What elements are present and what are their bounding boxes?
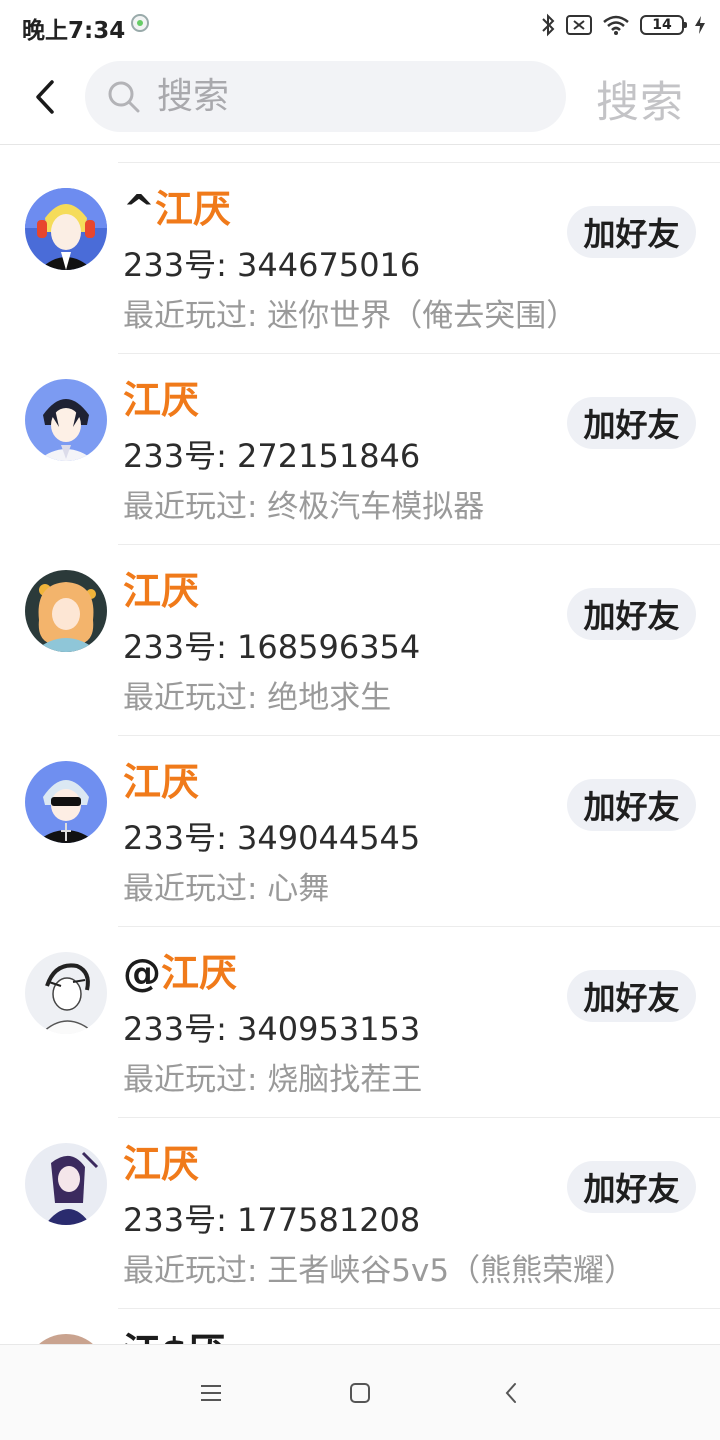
add-friend-button[interactable]: 加好友 [567, 970, 696, 1022]
user-name: ^江厌 [123, 178, 231, 233]
search-input[interactable] [157, 61, 547, 132]
list-item-partial[interactable]: 江$厌 [0, 1291, 720, 1344]
result-list: ^江厌 233号: 344675016 最近玩过: 迷你世界（俺去突围） 加好友 [0, 145, 720, 1344]
name-highlight: 江厌 [123, 378, 200, 422]
avatar[interactable] [25, 761, 107, 843]
list-item[interactable]: ^江厌 233号: 344675016 最近玩过: 迷你世界（俺去突围） 加好友 [0, 145, 720, 336]
status-bar: 晚上7:34 14 [0, 0, 720, 50]
avatar[interactable] [25, 1143, 107, 1225]
screen: 晚上7:34 14 搜索 搜索 ^江厌 233号: 344675016 最近玩过… [0, 0, 720, 1440]
chevron-left-icon [505, 1383, 516, 1403]
divider [118, 926, 720, 927]
user-name: @江厌 [123, 942, 237, 997]
status-icons: 14 [540, 10, 706, 40]
search-icon [108, 81, 140, 113]
bluetooth-icon [542, 13, 555, 37]
user-name: 江厌 [123, 369, 199, 424]
status-time: 晚上7:34 [22, 18, 126, 44]
user-id: 233号: 177581208 [123, 1201, 421, 1239]
avatar[interactable] [25, 952, 107, 1034]
recently-played: 最近玩过: 迷你世界（俺去突围） [123, 298, 578, 334]
nav-back-button[interactable] [491, 1375, 531, 1411]
user-id: 233号: 340953153 [123, 1010, 421, 1048]
add-friend-button[interactable]: 加好友 [567, 588, 696, 640]
app-notification-icon [131, 14, 149, 32]
system-nav-bar [0, 1344, 720, 1440]
divider [118, 353, 720, 354]
recently-played: 最近玩过: 王者峡谷5v5（熊熊荣耀） [123, 1253, 636, 1289]
user-id: 233号: 272151846 [123, 437, 421, 475]
nav-home-button[interactable] [340, 1375, 380, 1411]
divider [118, 1117, 720, 1118]
name-prefix: ^ [123, 187, 155, 231]
search-box[interactable] [85, 61, 566, 132]
add-friend-button[interactable]: 加好友 [567, 397, 696, 449]
name-highlight: 江厌 [123, 1142, 200, 1186]
user-id: 233号: 349044545 [123, 819, 421, 857]
battery-icon: 14 [640, 15, 687, 35]
recently-played: 最近玩过: 绝地求生 [123, 680, 392, 716]
search-button[interactable]: 搜索 [596, 68, 684, 130]
user-name: 江$厌 [123, 1321, 225, 1344]
name-highlight: 江厌 [123, 760, 200, 804]
divider [118, 735, 720, 736]
name-highlight: 江厌 [154, 187, 231, 231]
nav-menu-button[interactable] [191, 1375, 231, 1411]
user-name: 江厌 [123, 1133, 199, 1188]
user-name: 江厌 [123, 751, 199, 806]
divider [118, 1308, 720, 1309]
search-header: 搜索 [0, 50, 720, 145]
list-item[interactable]: 江厌 233号: 168596354 最近玩过: 绝地求生 加好友 [0, 527, 720, 718]
square-home-icon [350, 1383, 370, 1403]
no-sim-icon [566, 15, 592, 35]
user-id: 233号: 344675016 [123, 246, 421, 284]
back-button[interactable] [26, 72, 66, 122]
list-item[interactable]: 江厌 233号: 272151846 最近玩过: 终极汽车模拟器 加好友 [0, 336, 720, 527]
avatar[interactable] [25, 570, 107, 652]
add-friend-button[interactable]: 加好友 [567, 779, 696, 831]
add-friend-button[interactable]: 加好友 [567, 206, 696, 258]
user-id: 233号: 168596354 [123, 628, 421, 666]
recently-played: 最近玩过: 终极汽车模拟器 [123, 489, 485, 525]
add-friend-button[interactable]: 加好友 [567, 1161, 696, 1213]
divider [118, 544, 720, 545]
name-highlight: 江厌 [123, 569, 200, 613]
charging-icon [695, 16, 705, 34]
avatar[interactable] [25, 1334, 107, 1344]
user-name: 江厌 [123, 560, 199, 615]
avatar[interactable] [25, 379, 107, 461]
name-prefix: @ [123, 951, 161, 995]
avatar[interactable] [25, 188, 107, 270]
recently-played: 最近玩过: 烧脑找茬王 [123, 1062, 423, 1098]
list-item[interactable]: 江厌 233号: 177581208 最近玩过: 王者峡谷5v5（熊熊荣耀） 加… [0, 1100, 720, 1291]
list-item[interactable]: @江厌 233号: 340953153 最近玩过: 烧脑找茬王 加好友 [0, 909, 720, 1100]
chevron-left-icon [36, 80, 54, 114]
wifi-icon [603, 15, 629, 35]
list-item[interactable]: 江厌 233号: 349044545 最近玩过: 心舞 加好友 [0, 718, 720, 909]
divider [118, 162, 720, 163]
name-highlight: 江厌 [161, 951, 238, 995]
recently-played: 最近玩过: 心舞 [123, 871, 330, 907]
menu-icon [201, 1385, 221, 1401]
